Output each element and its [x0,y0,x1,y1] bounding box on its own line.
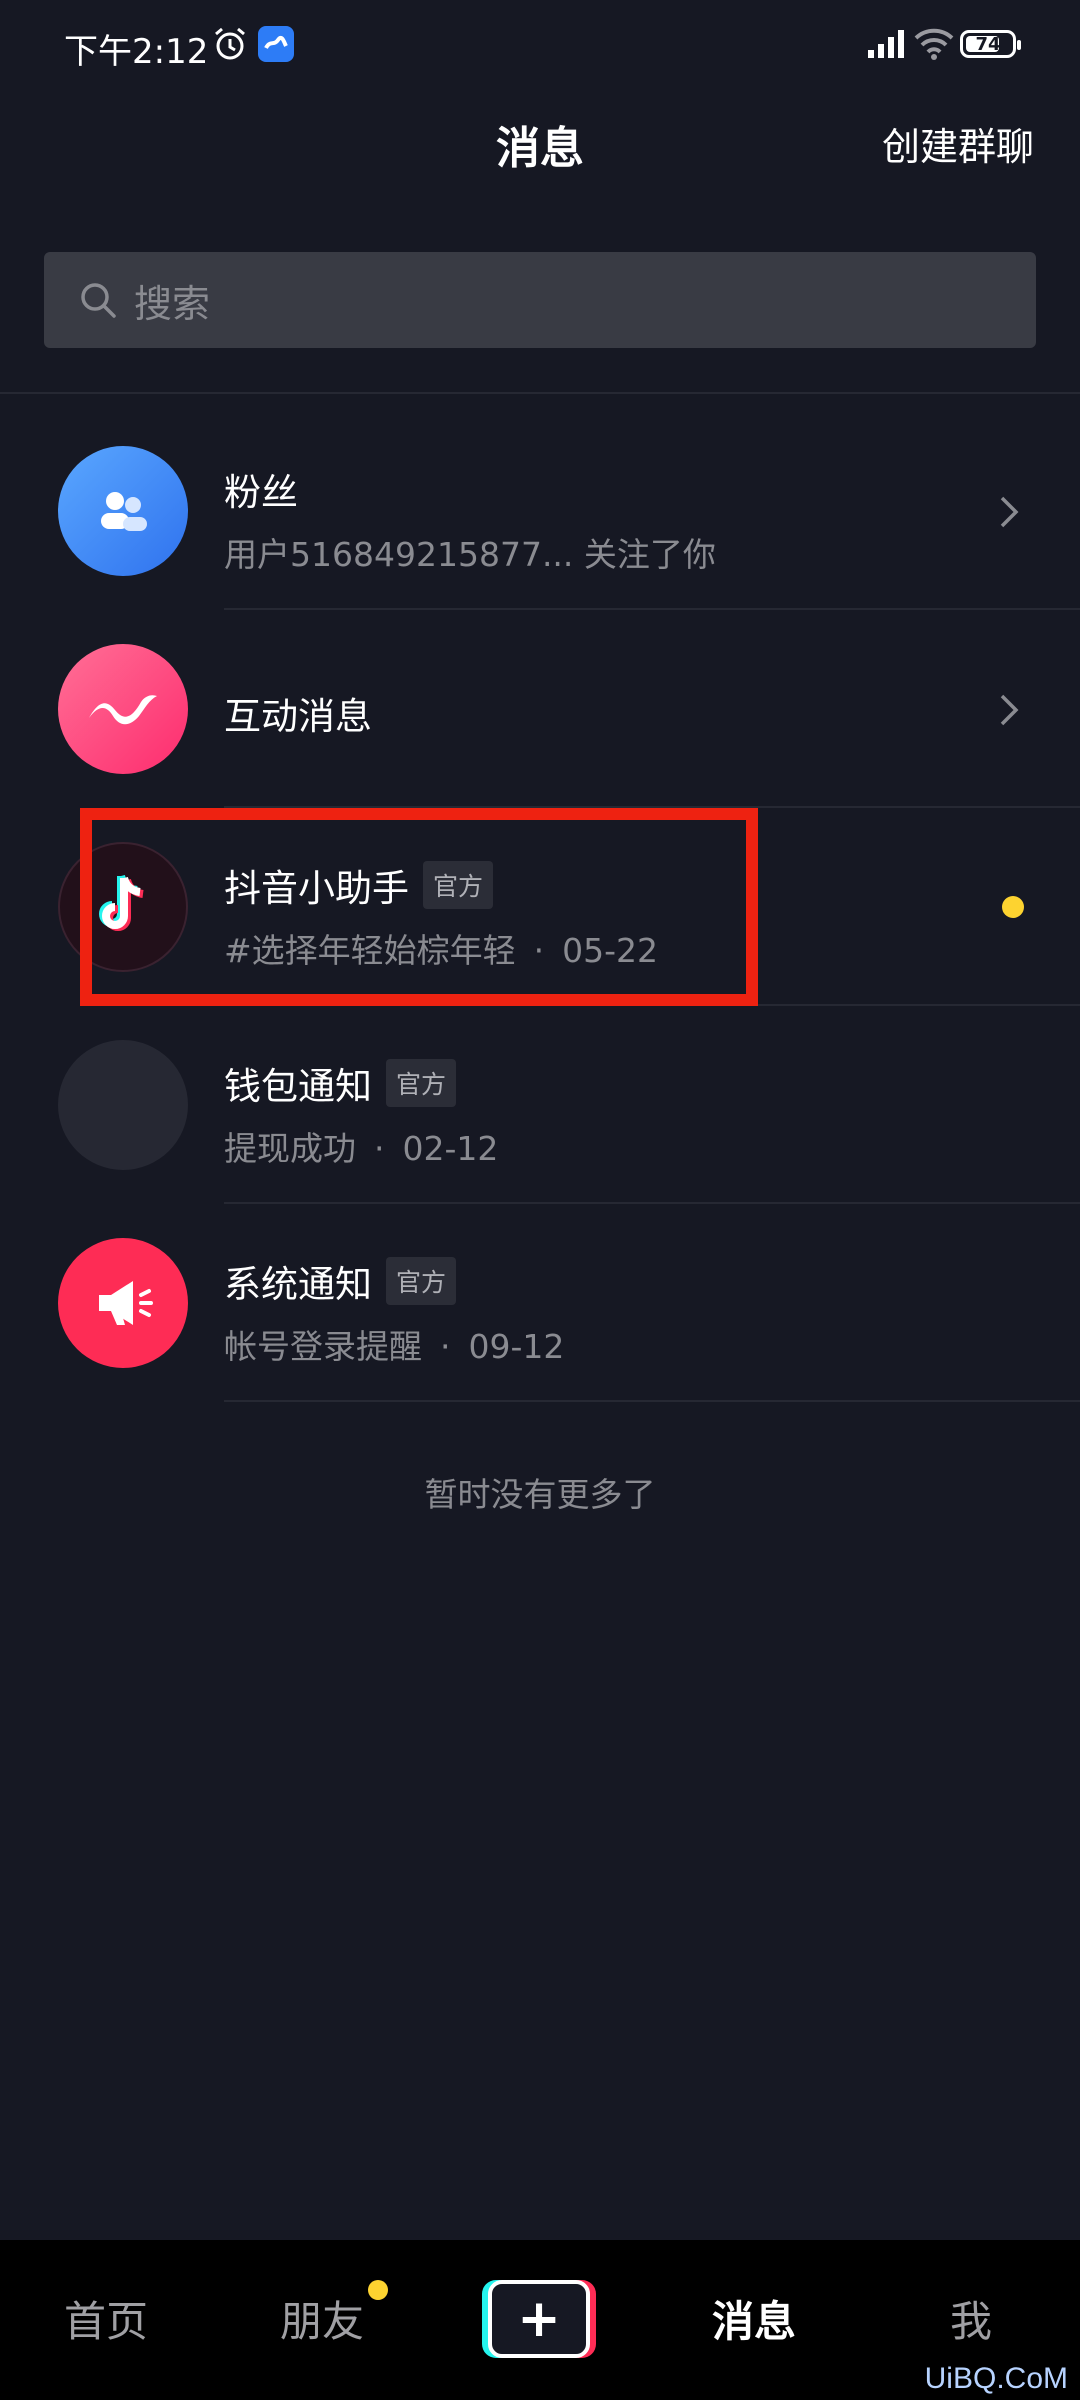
status-bar: 下午2:12 74 [0,0,1080,90]
official-badge: 官方 [386,1257,457,1305]
dot-separator: · [440,1327,451,1366]
tab-friends[interactable]: 朋友 [280,2288,364,2349]
plus-icon: + [517,2289,561,2349]
subtitle-text: 帐号登录提醒 [224,1327,422,1366]
battery-percent: 74 [975,33,1001,55]
list-item-subtitle: 帐号登录提醒 · 09-12 [224,1320,564,1368]
message-date: 02-12 [402,1129,499,1168]
search-icon [81,283,116,318]
signal-icon [868,30,904,58]
list-item-subtitle: 用户516849215877... 关注了你 [224,535,716,574]
fans-icon [58,446,188,576]
tab-messages[interactable]: 消息 [712,2288,796,2349]
list-item-subtitle: 提现成功 · 02-12 [224,1122,498,1170]
wallet-icon [58,1040,188,1170]
official-badge: 官方 [386,1059,457,1107]
divider [0,392,1080,394]
list-item-title: 粉丝 [224,471,298,514]
subtitle-text: 提现成功 [224,1129,356,1168]
megaphone-icon [58,1238,188,1368]
list-item-title: 系统通知 [224,1263,372,1306]
highlight-box [80,808,758,1006]
chevron-right-icon [1000,496,1019,528]
message-date: 09-12 [468,1327,565,1366]
list-item-interactions[interactable]: 互动消息 [0,610,1080,808]
wifi-icon [914,28,954,60]
alarm-icon [215,27,245,60]
friends-notification-dot [368,2280,388,2300]
interaction-icon [58,644,188,774]
bottom-nav: 首页 朋友 + 消息 我 UiBQ.CoM [0,2240,1080,2400]
unread-dot [1002,896,1024,918]
list-item-title: 互动消息 [224,695,372,738]
status-time: 下午2:12 [64,32,209,72]
create-post-button[interactable]: + [482,2280,596,2358]
tab-home[interactable]: 首页 [64,2288,148,2349]
list-item-wallet[interactable]: 钱包通知 官方 提现成功 · 02-12 [0,1006,1080,1204]
dot-separator: · [374,1129,385,1168]
list-item-fans[interactable]: 粉丝 用户516849215877... 关注了你 [0,412,1080,610]
tab-me[interactable]: 我 [950,2288,992,2349]
create-group-button[interactable]: 创建群聊 [882,116,1034,171]
search-placeholder: 搜索 [134,281,211,326]
watermark: UiBQ.CoM [924,2362,1068,2395]
search-input[interactable]: 搜索 [44,252,1036,348]
list-item-title: 钱包通知 [224,1065,372,1108]
list-item-system[interactable]: 系统通知 官方 帐号登录提醒 · 09-12 [0,1204,1080,1402]
app-notification-icon [258,26,294,62]
battery-icon: 74 [960,30,1021,58]
no-more-text: 暂时没有更多了 [424,1475,656,1514]
chevron-right-icon [1000,694,1019,726]
